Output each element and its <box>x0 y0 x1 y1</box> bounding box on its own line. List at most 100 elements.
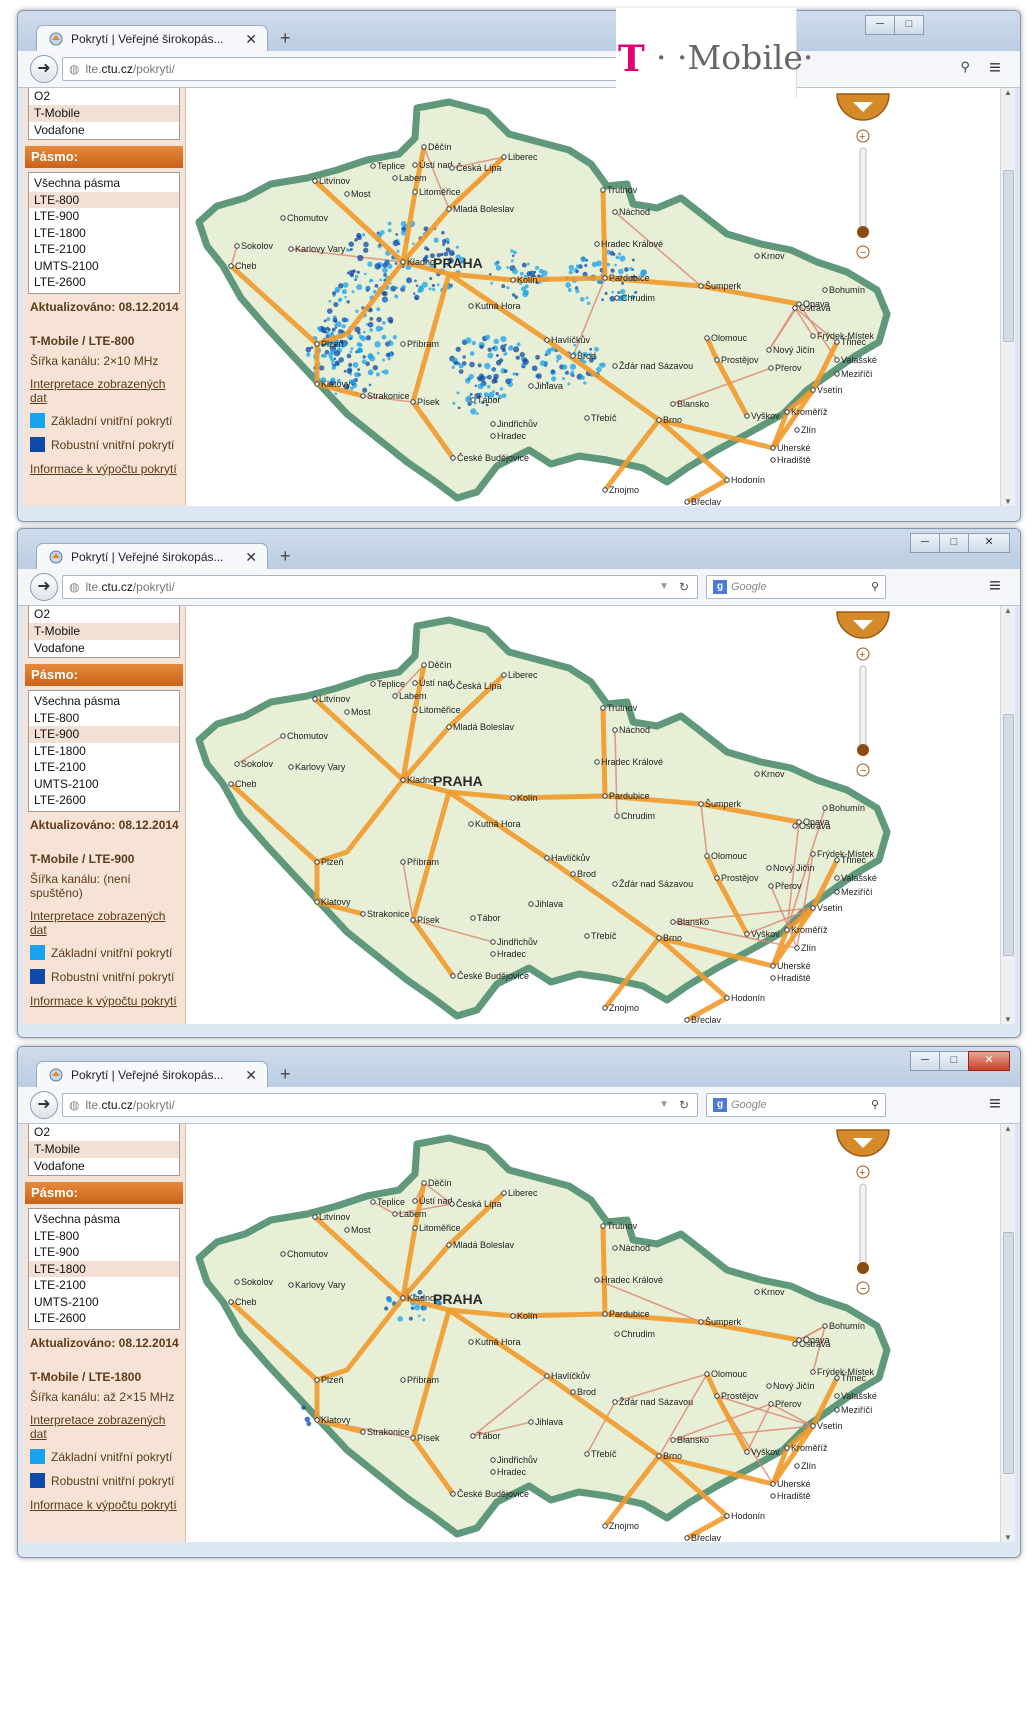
menu-icon[interactable]: ≡ <box>982 575 1008 599</box>
interpretation-link[interactable]: Interpretace zobrazených dat <box>30 377 185 405</box>
band-all[interactable]: Všechna pásma <box>29 693 179 710</box>
close-tab-icon[interactable]: ✕ <box>245 26 257 52</box>
band-umts-2100[interactable]: UMTS-2100 <box>29 258 179 275</box>
operator-o2[interactable]: O2 <box>29 1124 179 1141</box>
operator-t-mobile[interactable]: T-Mobile <box>29 623 179 640</box>
url-bar[interactable]: ◍ lte.ctu.cz/pokryti/ <box>62 57 620 81</box>
reload-icon[interactable]: ↻ <box>679 1094 689 1116</box>
back-arrow-icon[interactable]: ➜ <box>30 573 58 601</box>
band-lte-800[interactable]: LTE-800 <box>29 191 179 208</box>
band-lte-2100[interactable]: LTE-2100 <box>29 241 179 258</box>
coverage-dot <box>357 331 361 335</box>
new-tab-button[interactable]: + <box>280 25 291 51</box>
maximize-button[interactable]: □ <box>939 533 969 553</box>
coverage-map[interactable]: Děčín Liberec Teplice Ústí nad Česká Lípa Lit… <box>187 88 999 506</box>
coverage-dot <box>387 356 391 361</box>
close-window-button[interactable]: ✕ <box>968 533 1010 553</box>
map-canvas[interactable]: Děčín Liberec Teplice Ústí nad Česká Lípa Lit… <box>187 88 901 506</box>
coverage-map[interactable]: Děčín Liberec Teplice Ústí nad Česká Lípa Lit… <box>187 606 999 1024</box>
operator-o2[interactable]: O2 <box>29 88 179 105</box>
band-lte-2600[interactable]: LTE-2600 <box>29 792 179 809</box>
search-icon[interactable]: ⚲ <box>960 59 970 75</box>
coverage-dot <box>333 350 341 357</box>
band-lte-800[interactable]: LTE-800 <box>29 1228 179 1245</box>
tab-pokryti[interactable]: Pokrytí | Veřejné širokopás... ✕ <box>36 543 268 570</box>
tab-pokryti[interactable]: Pokrytí | Veřejné širokopás... ✕ <box>36 25 268 52</box>
band-lte-900[interactable]: LTE-900 <box>29 1244 179 1261</box>
back-arrow-icon[interactable]: ➜ <box>30 55 58 83</box>
close-tab-icon[interactable]: ✕ <box>245 1062 257 1088</box>
dropdown-icon[interactable]: ▼ <box>659 1094 669 1116</box>
band-lte-2600[interactable]: LTE-2600 <box>29 274 179 291</box>
url-prefix: lte. <box>85 1098 102 1112</box>
url-path: /pokryti/ <box>132 1098 175 1112</box>
coverage-dot <box>345 248 349 252</box>
band-lte-2100[interactable]: LTE-2100 <box>29 759 179 776</box>
close-window-button[interactable]: ✕ <box>968 1051 1010 1071</box>
map-canvas[interactable]: Děčín Liberec Teplice Ústí nad Česká Lípa Lit… <box>187 606 901 1024</box>
close-tab-icon[interactable]: ✕ <box>245 544 257 570</box>
menu-icon[interactable]: ≡ <box>982 1093 1008 1117</box>
minimize-button[interactable]: ─ <box>865 15 895 35</box>
band-lte-900[interactable]: LTE-900 <box>29 208 179 225</box>
url-bar[interactable]: ◍ lte.ctu.cz/pokryti/ ▼ ↻ <box>62 575 698 599</box>
info-link[interactable]: Informace k výpočtu pokrytí <box>30 994 185 1008</box>
nav-bar: ➜ ◍ lte.ctu.cz/pokryti/ ▼ ↻ g Google ⚲ ≡ <box>18 569 1020 606</box>
band-umts-2100[interactable]: UMTS-2100 <box>29 1294 179 1311</box>
maximize-button[interactable]: □ <box>894 15 924 35</box>
coverage-dot <box>346 271 350 275</box>
band-lte-2600[interactable]: LTE-2600 <box>29 1310 179 1327</box>
band-all[interactable]: Všechna pásma <box>29 175 179 192</box>
coverage-dot <box>333 301 339 308</box>
interpretation-link[interactable]: Interpretace zobrazených dat <box>30 1413 185 1441</box>
search-box[interactable]: g Google ⚲ <box>706 575 886 599</box>
dropdown-icon[interactable]: ▼ <box>659 576 669 598</box>
vertical-scrollbar[interactable]: ▲ ▼ <box>1000 1124 1015 1542</box>
vertical-scrollbar[interactable]: ▲ ▼ <box>1000 606 1015 1024</box>
band-lte-800[interactable]: LTE-800 <box>29 710 179 727</box>
city-label: Příbram <box>407 1375 439 1385</box>
band-all[interactable]: Všechna pásma <box>29 1211 179 1228</box>
coverage-dot <box>455 346 461 352</box>
search-icon[interactable]: ⚲ <box>871 576 879 598</box>
new-tab-button[interactable]: + <box>280 1061 291 1087</box>
band-umts-2100[interactable]: UMTS-2100 <box>29 776 179 793</box>
coverage-map[interactable]: Děčín Liberec Teplice Ústí nad Česká Lípa Lit… <box>187 1124 999 1542</box>
updated-date: Aktualizováno: 08.12.2014 <box>30 1335 179 1350</box>
band-lte-2100[interactable]: LTE-2100 <box>29 1277 179 1294</box>
tab-pokryti[interactable]: Pokrytí | Veřejné širokopás... ✕ <box>36 1061 268 1088</box>
band-lte-1800[interactable]: LTE-1800 <box>29 1260 179 1277</box>
operator-t-mobile[interactable]: T-Mobile <box>29 105 179 122</box>
search-icon[interactable]: ⚲ <box>871 1094 879 1116</box>
city-label: Hradiště <box>777 973 811 983</box>
band-lte-900[interactable]: LTE-900 <box>29 726 179 743</box>
interpretation-link[interactable]: Interpretace zobrazených dat <box>30 909 185 937</box>
vertical-scrollbar[interactable]: ▲ ▼ <box>1000 88 1015 506</box>
legend-robust-label: Robustní vnitřní pokrytí <box>51 969 175 984</box>
minimize-button[interactable]: ─ <box>910 1051 940 1071</box>
operator-vodafone[interactable]: Vodafone <box>29 1158 179 1175</box>
info-link[interactable]: Informace k výpočtu pokrytí <box>30 1498 185 1512</box>
band-lte-1800[interactable]: LTE-1800 <box>29 743 179 760</box>
minimize-button[interactable]: ─ <box>910 533 940 553</box>
city-label: Krnov <box>761 251 785 261</box>
city-marker <box>766 865 772 871</box>
new-tab-button[interactable]: + <box>280 543 291 569</box>
reload-icon[interactable]: ↻ <box>679 576 689 598</box>
band-lte-1800[interactable]: LTE-1800 <box>29 225 179 242</box>
maximize-button[interactable]: □ <box>939 1051 969 1071</box>
operator-o2[interactable]: O2 <box>29 606 179 623</box>
city-label: Česká Lípa <box>456 681 502 691</box>
map-canvas[interactable]: Děčín Liberec Teplice Ústí nad Česká Lípa Lit… <box>187 1124 901 1542</box>
menu-icon[interactable]: ≡ <box>982 57 1008 81</box>
coverage-dot <box>584 263 588 268</box>
coverage-dot <box>431 283 436 288</box>
url-bar[interactable]: ◍ lte.ctu.cz/pokryti/ ▼ ↻ <box>62 1093 698 1117</box>
operator-vodafone[interactable]: Vodafone <box>29 640 179 657</box>
legend-robust-label: Robustní vnitřní pokrytí <box>51 1473 175 1488</box>
operator-t-mobile[interactable]: T-Mobile <box>29 1141 179 1158</box>
search-box[interactable]: g Google ⚲ <box>706 1093 886 1117</box>
info-link[interactable]: Informace k výpočtu pokrytí <box>30 462 185 476</box>
operator-vodafone[interactable]: Vodafone <box>29 122 179 139</box>
back-arrow-icon[interactable]: ➜ <box>30 1091 58 1119</box>
